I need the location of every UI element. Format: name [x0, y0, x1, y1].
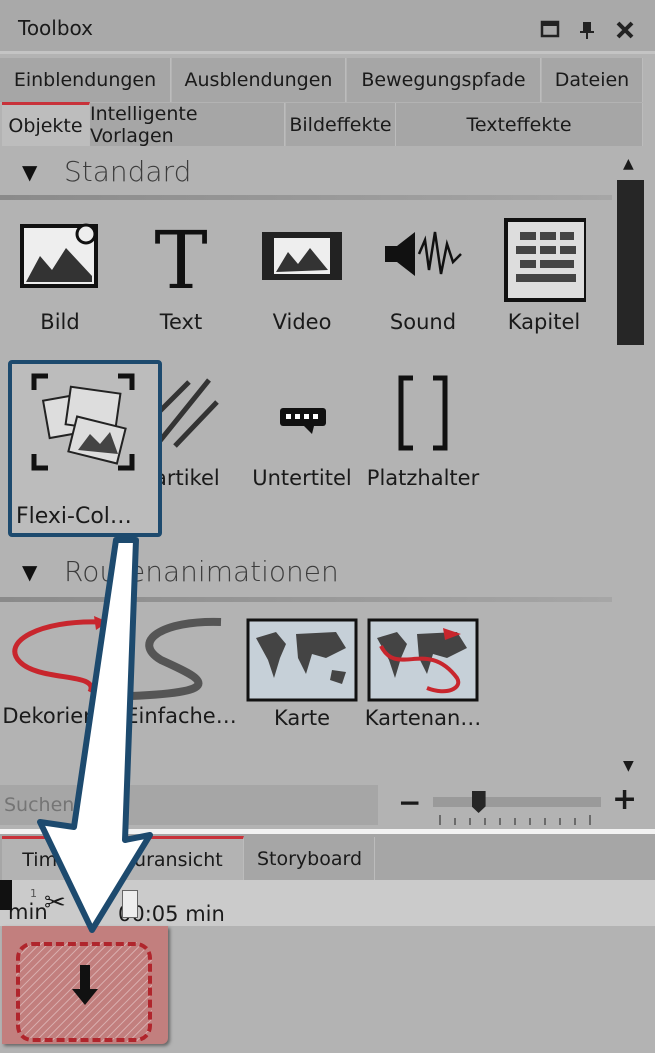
- scrollbar[interactable]: ▲ ▼: [617, 150, 644, 780]
- placeholder-brackets-icon: [398, 375, 448, 451]
- tab-objekte[interactable]: Objekte: [2, 102, 90, 146]
- object-flexi-collage[interactable]: Flexi-Col…: [8, 360, 162, 537]
- tab-einblendungen[interactable]: Einblendungen: [0, 58, 171, 102]
- section-standard[interactable]: Standard: [64, 155, 191, 188]
- scroll-up-icon[interactable]: ▲: [623, 156, 634, 172]
- simple-route-icon: [130, 617, 222, 700]
- object-video[interactable]: Video: [242, 218, 362, 334]
- tab-dateien[interactable]: Dateien: [542, 58, 643, 102]
- tab-bildeffekte[interactable]: Bildeffekte: [286, 103, 396, 146]
- speaker-icon: [385, 231, 462, 276]
- tab-texteffekte[interactable]: Texteffekte: [396, 103, 643, 146]
- close-icon[interactable]: [616, 21, 634, 39]
- world-map-icon: [246, 618, 358, 702]
- object-untertitel[interactable]: Untertitel: [242, 372, 362, 490]
- ruler-tick-label: 1: [30, 887, 37, 900]
- map-route-icon: [367, 618, 479, 702]
- object-einfache[interactable]: Einfache…: [121, 612, 241, 728]
- object-label: Karte: [273, 706, 331, 730]
- text-icon: T: [154, 218, 207, 292]
- collapse-triangle-icon[interactable]: ▼: [22, 160, 37, 184]
- object-label: Kartenan…: [364, 706, 482, 730]
- section-divider: [0, 195, 612, 200]
- object-label: Einfache…: [125, 704, 237, 728]
- zoom-slider[interactable]: [433, 797, 601, 807]
- zoom-in-button[interactable]: +: [612, 782, 637, 817]
- object-label: Flexi-Col…: [16, 504, 132, 529]
- object-kapitel[interactable]: Kapitel: [484, 218, 604, 334]
- timeline-ruler[interactable]: [0, 880, 655, 926]
- tab-storyboard[interactable]: Storyboard: [245, 837, 375, 880]
- object-label: Bild: [40, 310, 80, 334]
- marker-icon[interactable]: [122, 890, 138, 918]
- maximize-icon[interactable]: [540, 20, 560, 38]
- tab-timeline[interactable]: Timeline-Spuransicht: [2, 836, 244, 880]
- scissors-icon[interactable]: ✂: [44, 888, 66, 918]
- object-label: Untertitel: [252, 466, 352, 490]
- object-sound[interactable]: Sound: [363, 218, 483, 334]
- image-icon: [20, 223, 98, 288]
- collage-icon: [31, 373, 135, 471]
- film-icon: [262, 232, 342, 280]
- decorative-route-icon: [12, 616, 108, 694]
- scroll-down-icon[interactable]: ▼: [623, 758, 634, 774]
- slider-ticks: [439, 815, 591, 825]
- tab-bewegungspfade[interactable]: Bewegungspfade: [347, 58, 541, 102]
- object-label: Kapitel: [507, 310, 581, 334]
- zoom-out-button[interactable]: −: [398, 786, 421, 819]
- object-dekorieren[interactable]: Dekorieren: [0, 612, 120, 728]
- pin-icon[interactable]: [580, 22, 594, 39]
- scrollbar-thumb[interactable]: [617, 180, 644, 345]
- object-label: Dekorieren: [2, 704, 118, 728]
- section-divider: [0, 597, 612, 602]
- tab-ausblendungen[interactable]: Ausblendungen: [172, 58, 346, 102]
- playhead[interactable]: [0, 880, 12, 910]
- object-karte[interactable]: Karte: [242, 618, 362, 730]
- tab-intelligente-vorlagen[interactable]: Intelligente Vorlagen: [90, 103, 285, 147]
- collapse-triangle-icon[interactable]: ▼: [22, 560, 37, 584]
- window-controls: [540, 20, 634, 39]
- chapter-icon: [504, 218, 586, 302]
- arrow-down-icon: [72, 965, 98, 1005]
- object-label: Sound: [389, 310, 457, 334]
- search-input[interactable]: [0, 785, 378, 825]
- object-label: Platzhalter: [366, 466, 480, 490]
- section-routenanimationen[interactable]: Routenanimationen: [64, 555, 339, 588]
- object-text[interactable]: T Text: [121, 218, 241, 334]
- window-title: Toolbox: [18, 16, 93, 40]
- object-label: Text: [159, 310, 203, 334]
- zoom-slider-thumb[interactable]: [471, 791, 486, 813]
- object-bild[interactable]: Bild: [0, 218, 120, 334]
- svg-text:T: T: [154, 218, 207, 292]
- object-kartenanimation[interactable]: Kartenan…: [363, 618, 483, 730]
- object-platzhalter[interactable]: Platzhalter: [363, 372, 483, 490]
- object-label: Video: [272, 310, 332, 334]
- subtitle-icon: [280, 408, 326, 434]
